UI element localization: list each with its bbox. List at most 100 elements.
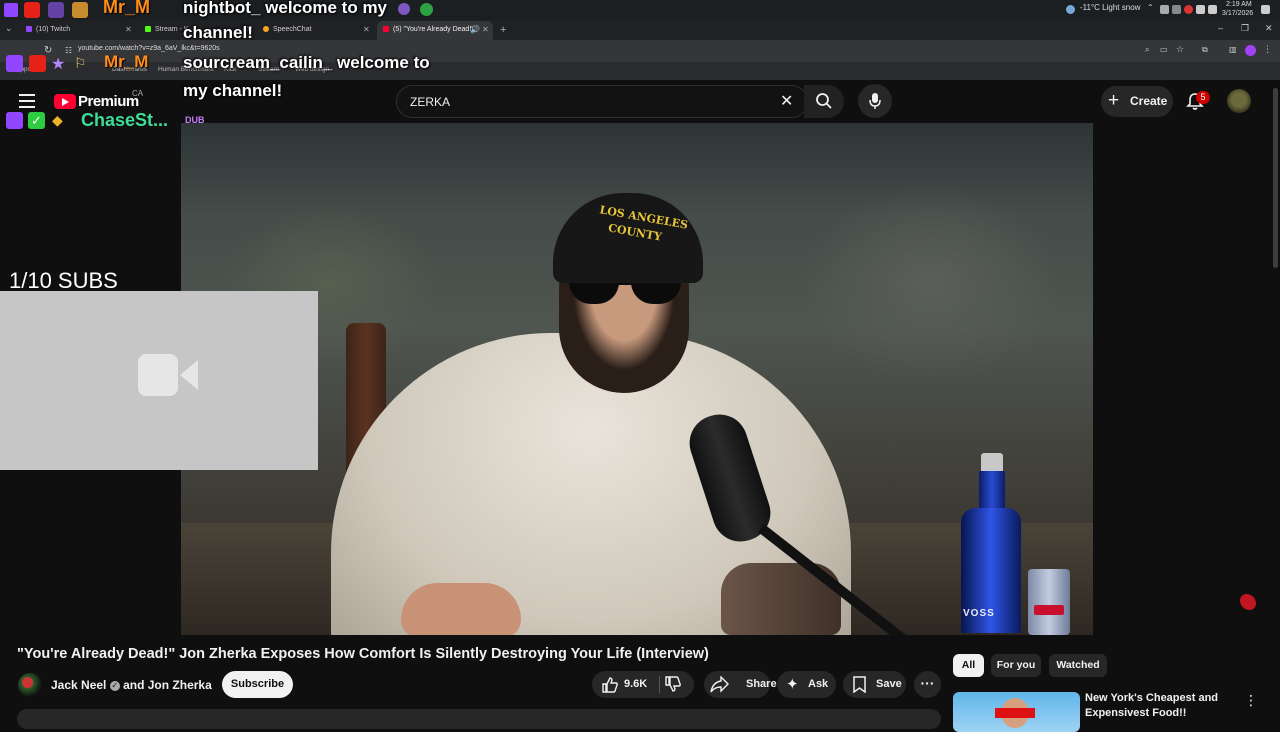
tab-close-icon[interactable]: ✕ [125,22,132,38]
taskbar-app-icon[interactable] [398,3,410,15]
browser-menu-icon[interactable]: ⋮ [1263,44,1272,55]
thumbs-up-icon [601,676,619,694]
chat-message-sourcream: sourcream_cailin_ welcome to [183,53,430,72]
youtube-play-icon [54,94,76,109]
video-water-bottle [961,453,1021,633]
search-icon [815,92,833,110]
taskbar-app-icon[interactable] [72,2,88,18]
overlay-chat-username: ChaseSt... [81,110,169,130]
channel-name[interactable]: Jack Neel ✓ and Jon Zherka [51,678,212,692]
notification-count-badge: 5 [1196,91,1210,104]
overlay-username: Mr_M [103,0,151,17]
weather-text: -11°C Light snow [1080,3,1141,12]
overlay-username-small: Mr_M [104,52,149,71]
recommended-title-line2[interactable]: Expensivest Food!! [1085,707,1186,719]
plus-icon: + [1108,90,1120,111]
video-person-hand [401,583,521,635]
wifi-icon[interactable] [1196,5,1205,14]
like-divider [659,676,660,693]
kick-icon [145,26,151,33]
description-box[interactable] [17,709,941,729]
tab-close-icon[interactable]: ✕ [363,22,370,38]
recommended-thumbnail[interactable] [953,692,1080,732]
profile-avatar[interactable] [1245,45,1256,56]
tab-speechchat[interactable]: SpeechChat [263,22,312,38]
chip-all[interactable]: All [953,654,984,677]
sparkle-icon: ✦ [786,676,799,693]
youtube-logo-text: Premium [78,93,139,110]
ask-label: Ask [808,678,829,690]
tab-youtube-active[interactable]: (5) "You're Already Dead!" [383,22,474,38]
like-button[interactable]: 9.6K [598,674,656,696]
chat-message-sourcream-cont: my channel! [183,81,283,100]
clock-date[interactable]: 3/17/2026 [1222,10,1253,17]
tab-audio-icon[interactable]: 🔊 [470,22,480,38]
chat-message-nightbot-cont: channel! [183,23,253,42]
user-avatar[interactable] [1227,89,1251,113]
channel-name-primary: Jack Neel [51,678,107,692]
search-input[interactable]: ZERKA [410,95,450,109]
tab-close-icon[interactable]: ✕ [482,22,489,38]
clear-search-icon[interactable]: ✕ [780,91,793,111]
share-label: Share [746,678,777,690]
extensions-icon[interactable]: ⧉ [1202,45,1208,55]
taskbar-app-icon[interactable] [24,2,40,18]
overlay-camera-icon [29,55,46,72]
recommended-more-icon[interactable]: ⋮ [1244,692,1258,709]
zoom-icon[interactable]: ⌕ [1145,45,1149,55]
twitch-icon [26,26,32,33]
youtube-logo[interactable]: Premium [54,93,139,111]
thumbs-down-icon [664,674,682,694]
overlay-emote-icon [1240,594,1256,610]
youtube-favicon-icon [383,26,389,33]
tab-stream[interactable]: Stream - K [145,22,188,38]
bookmark-icon [853,676,866,693]
chip-watched[interactable]: Watched [1049,654,1107,677]
chip-for-you[interactable]: For you [991,654,1041,677]
site-info-icon[interactable]: ☷ [65,46,72,55]
weather-icon [1066,5,1075,14]
xbox-icon[interactable] [420,3,433,16]
overlay-check-badge-icon: ✓ [28,112,45,129]
search-box [396,85,808,118]
recommended-title-line1[interactable]: New York's Cheapest and [1085,692,1218,704]
channel-collab: and Jon Zherka [123,678,212,692]
clock-time[interactable]: 2:19 AM [1226,1,1252,8]
overlay-medal-icon: ⚐ [74,55,87,71]
bottle-label: VOSS [963,608,995,619]
overlay-gem-badge-icon: ◆ [52,112,63,128]
channel-avatar[interactable] [18,673,42,697]
more-actions-button[interactable]: ··· [914,671,941,698]
start-icon[interactable] [4,3,18,17]
save-label: Save [876,678,902,690]
subscribe-button[interactable]: Subscribe [222,671,293,698]
country-code: CA [132,89,144,98]
window-minimize-icon[interactable]: – [1218,23,1223,33]
dub-label: DUB [185,115,205,125]
overlay-twitch-icon [6,55,23,72]
video-energy-can [1028,569,1070,635]
tray-icon[interactable] [1184,5,1193,14]
tab-search-icon[interactable]: ⌄ [5,23,13,34]
sidebar-icon[interactable]: ▥ [1229,45,1237,54]
overlay-star-icon: ★ [51,56,66,73]
tray-icon[interactable] [1172,5,1181,14]
share-icon [710,676,729,693]
page-scrollbar[interactable] [1273,88,1278,268]
notification-center-icon[interactable] [1261,5,1270,14]
window-close-icon[interactable]: ✕ [1265,23,1273,34]
cast-icon[interactable]: ▭ [1160,45,1168,54]
tray-icon[interactable] [1160,5,1169,14]
hamburger-menu-icon[interactable] [19,94,35,108]
dislike-button[interactable] [664,674,682,694]
verified-icon: ✓ [109,680,120,691]
tab-twitch[interactable]: (10) Twitch [26,22,70,38]
tray-chevron-icon[interactable]: ⌃ [1147,3,1154,12]
new-tab-icon[interactable]: + [500,22,506,38]
speechchat-icon [263,26,269,33]
taskbar-app-icon[interactable] [48,2,64,18]
window-restore-icon[interactable]: ❐ [1241,23,1249,34]
volume-icon[interactable] [1208,5,1217,14]
video-title: "You're Already Dead!" Jon Zherka Expose… [17,646,709,662]
bookmark-star-icon[interactable]: ☆ [1176,44,1184,55]
